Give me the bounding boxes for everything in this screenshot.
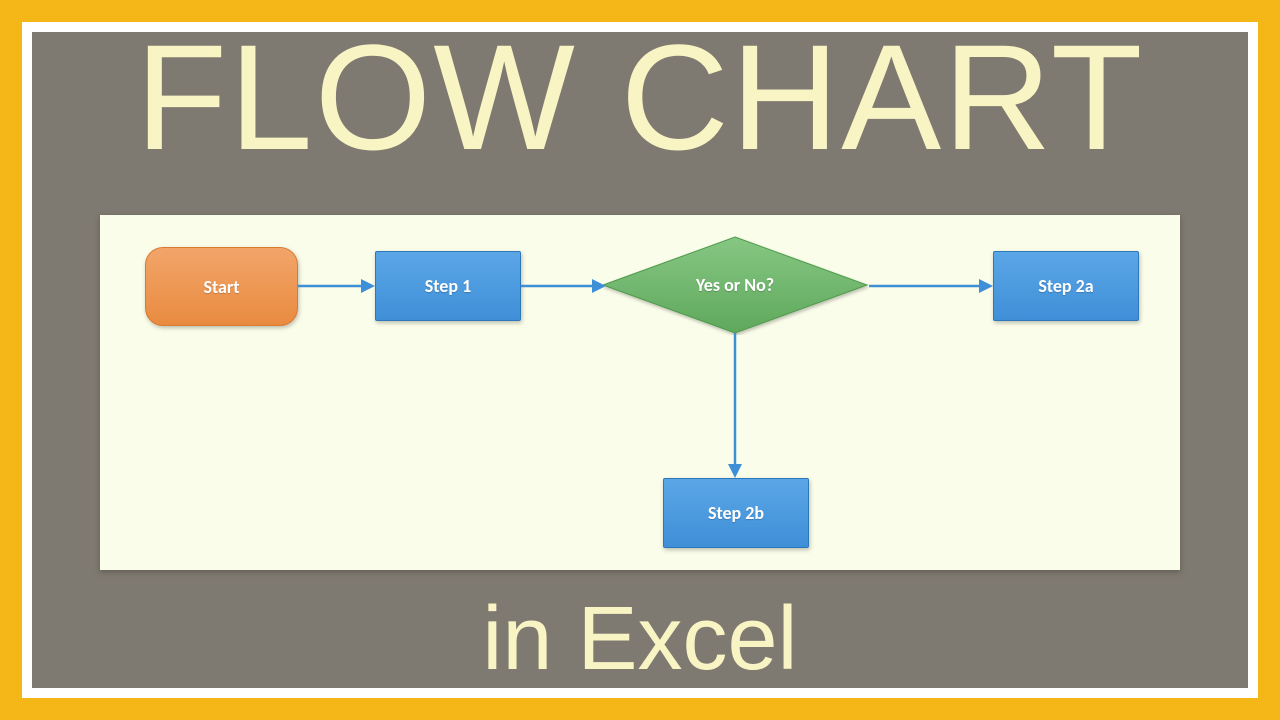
gray-panel: FLOW CHART Start Step 1 bbox=[32, 32, 1248, 688]
flow-node-decision: Yes or No? bbox=[601, 235, 869, 335]
flow-node-step2b-label: Step 2b bbox=[708, 502, 764, 524]
flowchart-canvas: Start Step 1 bbox=[100, 215, 1180, 570]
flow-node-step2a-label: Step 2a bbox=[1038, 275, 1093, 297]
flow-node-start-label: Start bbox=[203, 276, 239, 298]
flow-node-step2b: Step 2b bbox=[663, 478, 809, 548]
arrow-start-to-step1 bbox=[298, 273, 375, 299]
flow-node-step1-label: Step 1 bbox=[425, 275, 471, 297]
outer-frame: FLOW CHART Start Step 1 bbox=[0, 0, 1280, 720]
flow-node-step2a: Step 2a bbox=[993, 251, 1139, 321]
title-bottom: in Excel bbox=[32, 594, 1248, 684]
white-frame: FLOW CHART Start Step 1 bbox=[22, 22, 1258, 698]
arrow-step1-to-decision bbox=[521, 273, 606, 299]
arrow-decision-to-step2a bbox=[869, 273, 993, 299]
flow-node-step1: Step 1 bbox=[375, 251, 521, 321]
flow-node-start: Start bbox=[145, 247, 298, 326]
flow-node-decision-label: Yes or No? bbox=[696, 274, 774, 296]
arrow-decision-to-step2b bbox=[722, 333, 748, 478]
title-top: FLOW CHART bbox=[32, 22, 1248, 172]
